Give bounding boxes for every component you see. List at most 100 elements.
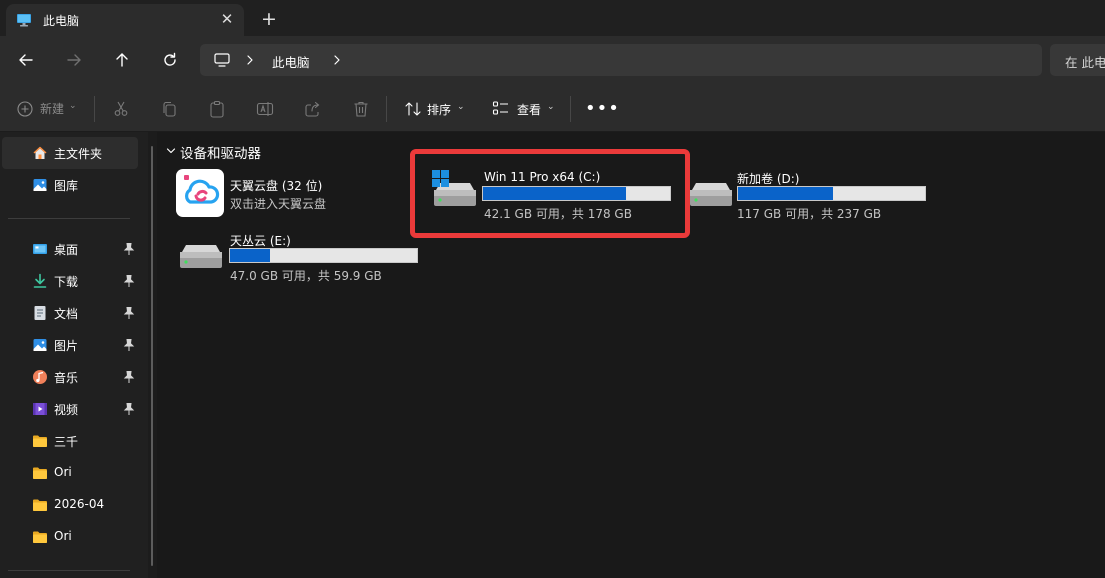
search-placeholder: 在 此电 (1065, 55, 1105, 70)
cut-icon[interactable] (111, 99, 131, 119)
sidebar-item-label: Ori (54, 529, 72, 543)
drive-usage-fill (230, 249, 271, 262)
sidebar-item-label: 音乐 (54, 371, 79, 385)
pin-icon[interactable] (123, 338, 135, 352)
tab-this-pc[interactable]: 此电脑 ✕ (6, 4, 244, 36)
group-header[interactable]: 设备和驱动器 (180, 142, 261, 162)
tab-title: 此电脑 (43, 14, 80, 28)
chevron-down-icon: ⌄ (457, 102, 465, 112)
forward-arrow-icon[interactable] (62, 48, 86, 72)
cloud-drive-name: 天翼云盘 (32 位) (230, 179, 323, 193)
new-button-label: 新建 (40, 102, 65, 116)
sidebar-item-label: 图片 (54, 339, 79, 353)
drive-name: 新加卷 (D:) (737, 172, 800, 186)
monitor-icon (16, 12, 32, 28)
view-button[interactable]: 查看 ⌄ (491, 99, 555, 119)
drive-e[interactable]: 天丛云 (E:) 47.0 GB 可用，共 59.9 GB (176, 230, 428, 283)
gallery-icon (32, 177, 48, 193)
sort-button[interactable]: 排序 ⌄ (403, 99, 465, 119)
music-icon (32, 369, 48, 385)
cloud-drive-subtitle: 双击进入天翼云盘 (230, 197, 327, 211)
chevron-right-icon[interactable] (332, 52, 342, 68)
sidebar-item-documents[interactable]: 文档 (2, 297, 138, 329)
picture-icon (32, 337, 48, 353)
up-arrow-icon[interactable] (110, 48, 134, 72)
cloud-drive-item[interactable]: 天翼云盘 (32 位) 双击进入天翼云盘 (176, 169, 386, 221)
home-icon (32, 145, 48, 161)
folder-icon (32, 529, 48, 545)
drive-usage-fill (738, 187, 833, 200)
folder-icon (32, 433, 48, 449)
sidebar-item-label: 视频 (54, 403, 79, 417)
sidebar-item-label: Ori (54, 465, 72, 479)
breadcrumb[interactable]: 此电脑 (272, 52, 310, 71)
drive-free-space: 47.0 GB 可用，共 59.9 GB (230, 269, 382, 283)
sidebar-item-videos[interactable]: 视频 (2, 393, 138, 425)
drive-free-space: 117 GB 可用，共 237 GB (737, 207, 882, 221)
sidebar-scrollbar[interactable] (148, 132, 157, 578)
sidebar-item-label: 主文件夹 (54, 147, 103, 161)
folder-icon (32, 497, 48, 513)
back-arrow-icon[interactable] (14, 48, 38, 72)
plus-circle-icon (17, 101, 33, 117)
sidebar-item-label: 文档 (54, 307, 79, 321)
new-tab-button[interactable]: + (259, 9, 279, 29)
close-icon[interactable]: ✕ (218, 10, 236, 28)
cloud-app-icon (176, 169, 224, 217)
scrollbar-thumb[interactable] (151, 146, 153, 566)
drive-usage-bar (737, 186, 926, 201)
chevron-down-icon[interactable] (165, 145, 177, 157)
chevron-down-icon: ⌄ (547, 102, 555, 112)
command-bar: 新建 ⌄ 排序 ⌄ 查看 ⌄ ••• (0, 84, 1105, 132)
sidebar-item-home[interactable]: 主文件夹 (2, 137, 138, 169)
view-icon (492, 101, 508, 115)
sidebar-item-downloads[interactable]: 下载 (2, 265, 138, 297)
sidebar-item-label: 图库 (54, 179, 79, 193)
sidebar-item-desktop[interactable]: 桌面 (2, 233, 138, 265)
refresh-icon[interactable] (158, 48, 182, 72)
sidebar-item-label: 桌面 (54, 243, 79, 257)
title-bar: 此电脑 ✕ + (0, 0, 1105, 36)
more-options-icon[interactable]: ••• (585, 100, 619, 118)
sidebar-item-folder[interactable]: Ori (2, 457, 138, 489)
paste-icon[interactable] (207, 99, 227, 119)
chevron-right-icon[interactable] (245, 52, 255, 68)
sidebar-item-pictures[interactable]: 图片 (2, 329, 138, 361)
sidebar-item-label: 下载 (54, 275, 79, 289)
pin-icon[interactable] (123, 370, 135, 384)
sort-label: 排序 (427, 103, 452, 117)
sort-icon (405, 102, 421, 116)
pin-icon[interactable] (123, 306, 135, 320)
drive-d[interactable]: 新加卷 (D:) 117 GB 可用，共 237 GB (686, 168, 938, 221)
pin-icon[interactable] (123, 274, 135, 288)
sidebar-item-folder[interactable]: 2026-04 (2, 489, 138, 521)
sidebar-item-folder[interactable]: Ori (2, 521, 138, 553)
toolbar-divider (94, 96, 95, 122)
copy-icon[interactable] (159, 99, 179, 119)
delete-icon[interactable] (351, 99, 371, 119)
video-icon (32, 401, 48, 417)
address-bar[interactable]: 此电脑 (200, 44, 1042, 76)
highlight-box (410, 149, 690, 238)
folder-icon (32, 465, 48, 481)
pin-icon[interactable] (123, 242, 135, 256)
computer-icon (213, 52, 231, 68)
chevron-down-icon: ⌄ (69, 101, 77, 111)
new-button[interactable]: 新建 ⌄ (16, 100, 77, 118)
sidebar-item-gallery[interactable]: 图库 (2, 169, 138, 201)
share-icon[interactable] (303, 99, 323, 119)
download-icon (32, 273, 48, 289)
drive-icon (176, 240, 224, 272)
drive-icon (686, 178, 734, 210)
document-icon (32, 305, 48, 321)
search-box[interactable]: 在 此电 (1050, 44, 1105, 76)
rename-icon[interactable] (255, 99, 275, 119)
pin-icon[interactable] (123, 402, 135, 416)
sidebar-item-music[interactable]: 音乐 (2, 361, 138, 393)
navigation-pane: 主文件夹 图库 桌面 下载 文档 图片 音乐 视频 三千 Ori 2026-04… (0, 132, 148, 578)
view-label: 查看 (517, 103, 542, 117)
drive-name: 天丛云 (E:) (230, 234, 291, 248)
drive-usage-bar (229, 248, 418, 263)
desktop-icon (32, 241, 48, 257)
sidebar-item-folder[interactable]: 三千 (2, 425, 138, 457)
